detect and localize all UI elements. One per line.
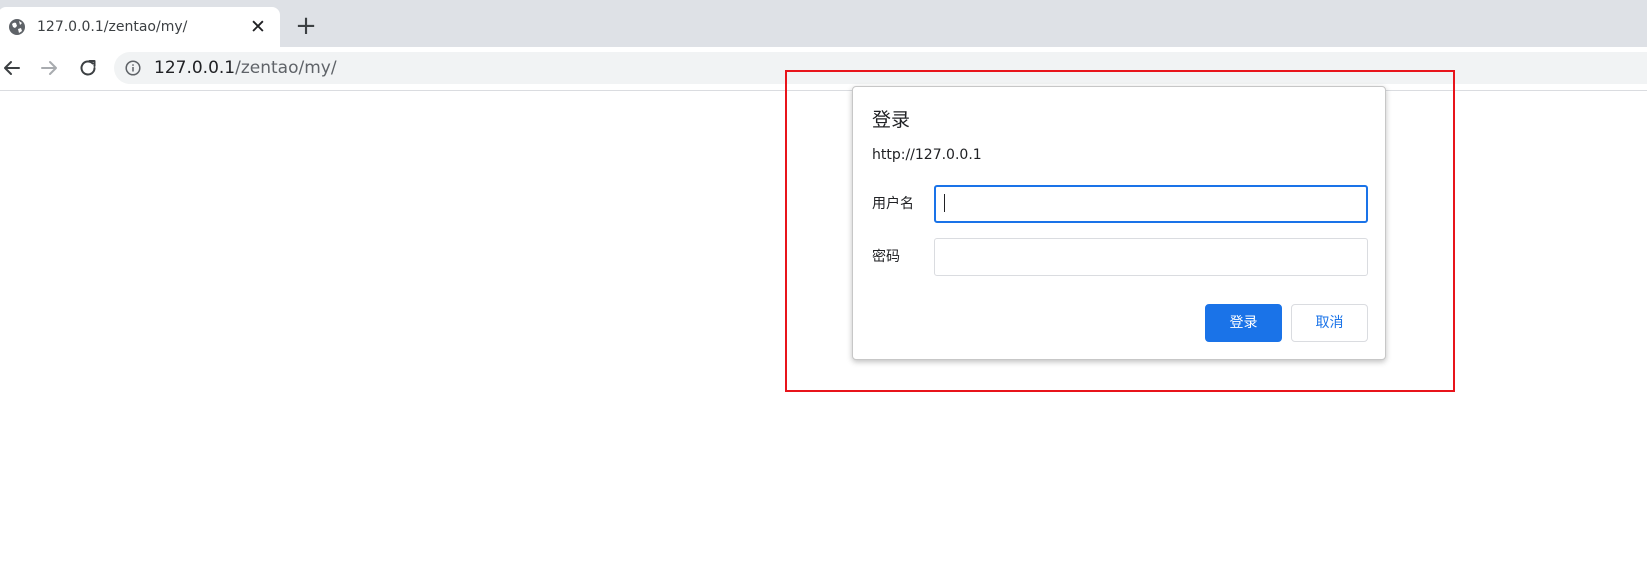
forward-arrow-icon[interactable] bbox=[37, 56, 61, 80]
username-field-wrap bbox=[934, 185, 1368, 223]
reload-icon[interactable] bbox=[76, 56, 100, 80]
tab-strip: 127.0.0.1/zentao/my/ ✕ + bbox=[0, 0, 1647, 47]
url-path: /zentao/my/ bbox=[235, 58, 337, 78]
url-host: 127.0.0.1 bbox=[154, 58, 236, 78]
info-icon[interactable] bbox=[125, 60, 141, 76]
close-tab-icon[interactable]: ✕ bbox=[248, 17, 268, 37]
username-label: 用户名 bbox=[872, 196, 914, 212]
text-caret bbox=[944, 194, 945, 212]
password-label: 密码 bbox=[872, 249, 900, 265]
login-button[interactable]: 登录 bbox=[1205, 304, 1282, 342]
url-text[interactable]: 127.0.0.1/zentao/my/ bbox=[154, 58, 337, 78]
dialog-title: 登录 bbox=[872, 109, 911, 131]
password-input[interactable] bbox=[934, 238, 1368, 276]
cancel-button[interactable]: 取消 bbox=[1291, 304, 1368, 342]
globe-icon bbox=[8, 18, 26, 36]
tab-active[interactable]: 127.0.0.1/zentao/my/ ✕ bbox=[0, 7, 280, 47]
username-input[interactable] bbox=[934, 185, 1368, 223]
login-dialog: 登录 http://127.0.0.1 用户名 密码 登录 取消 bbox=[852, 86, 1386, 360]
tab-title: 127.0.0.1/zentao/my/ bbox=[37, 19, 188, 35]
back-arrow-icon[interactable] bbox=[0, 56, 24, 80]
new-tab-icon[interactable]: + bbox=[294, 13, 318, 39]
dialog-origin: http://127.0.0.1 bbox=[872, 147, 982, 163]
